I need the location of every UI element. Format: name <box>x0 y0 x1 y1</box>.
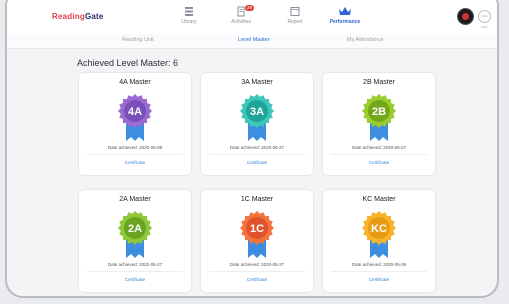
medal-badge-icon: 2A <box>118 211 152 258</box>
card-title: 2A Master <box>119 196 151 203</box>
logout-button[interactable]: LOG OUT <box>478 10 491 29</box>
level-master-card: KC Master KC Date achieved: 2020-05-26 Cert… <box>323 190 435 292</box>
card-title: 4A Master <box>119 79 151 86</box>
level-master-card: 1C Master 1C Date achieved: 2020-05-27 Cert… <box>201 190 313 292</box>
certificate-link[interactable]: Certificate <box>79 277 191 282</box>
report-icon <box>290 7 300 16</box>
card-divider <box>87 271 183 272</box>
medal-label: KC <box>371 223 387 235</box>
card-divider <box>331 154 427 155</box>
card-title: 1C Master <box>240 196 274 203</box>
medal-badge-icon: KC <box>362 211 396 258</box>
achieved-date: Date achieved: 2020-05-27 <box>229 262 285 267</box>
tab-level-master[interactable]: Level Master <box>238 37 270 43</box>
certificate-link[interactable]: Certificate <box>323 160 435 165</box>
achieved-date: Date achieved: 2020-05-27 <box>351 145 407 150</box>
nav-performance-label: Performance <box>329 19 361 25</box>
medal-label: 4A <box>128 106 142 118</box>
logo-text-right: Gate <box>84 12 104 21</box>
card-title: 2B Master <box>363 79 395 86</box>
activities-badge: 29 <box>245 5 255 11</box>
nav-library[interactable]: Library <box>167 6 211 25</box>
achieved-date: Date achieved: 2020-05-27 <box>229 145 285 150</box>
level-master-card: 2A Master 2A Date achieved: 2020-05-27 Cert… <box>79 190 191 292</box>
nav-report[interactable]: Report <box>273 6 317 25</box>
page-title: Achieved Level Master: 6 <box>77 58 179 68</box>
card-divider <box>209 154 305 155</box>
medal-label: 3A <box>250 106 264 118</box>
tab-reading-unit[interactable]: Reading Unit <box>122 37 154 43</box>
medal-label: 1C <box>250 223 264 235</box>
tab-my-attendance[interactable]: My Attendance <box>347 37 383 43</box>
medal-badge-icon: 1C <box>240 211 274 258</box>
card-divider <box>209 271 305 272</box>
level-master-card: 3A Master 3A Date achieved: 2020-05-27 Cert… <box>201 73 313 175</box>
nav-library-label: Library <box>181 19 197 25</box>
medal-badge-icon: 2B <box>362 94 396 141</box>
crown-icon <box>339 7 351 15</box>
nav-performance[interactable]: Performance <box>323 6 367 25</box>
certificate-link[interactable]: Certificate <box>79 160 191 165</box>
certificate-link[interactable]: Certificate <box>201 160 313 165</box>
achieved-date: Date achieved: 2020-05-26 <box>351 262 407 267</box>
medal-label: 2B <box>372 106 386 118</box>
app-window: ReadingGate Library 29 Activities Report… <box>5 0 499 298</box>
top-header: ReadingGate Library 29 Activities Report… <box>7 0 497 35</box>
nav-report-label: Report <box>287 19 303 25</box>
nav-activities-label: Activities <box>231 19 251 25</box>
logo-text-left: Reading <box>52 12 85 21</box>
achieved-date: Date achieved: 2020-05-27 <box>107 262 163 267</box>
medal-label: 2A <box>128 223 142 235</box>
certificate-link[interactable]: Certificate <box>201 277 313 282</box>
level-master-card: 2B Master 2B Date achieved: 2020-05-27 Cert… <box>323 73 435 175</box>
certificate-link[interactable]: Certificate <box>323 277 435 282</box>
achieved-date: Date achieved: 2020-06-09 <box>107 145 163 150</box>
medal-badge-icon: 3A <box>240 94 274 141</box>
card-divider <box>87 154 183 155</box>
card-title: 3A Master <box>241 79 273 86</box>
medal-badge-icon: 4A <box>118 94 152 141</box>
sub-navigation: Reading Unit Level Master My Attendance <box>7 34 497 49</box>
library-icon <box>185 7 193 16</box>
user-avatar[interactable] <box>457 8 474 25</box>
app-logo[interactable]: ReadingGate <box>52 12 104 21</box>
card-divider <box>331 271 427 272</box>
nav-activities[interactable]: 29 Activities <box>219 5 263 25</box>
card-title: KC Master <box>362 196 396 203</box>
level-master-card: 4A Master 4A Date achieved: 2020-06-09 Cert… <box>79 73 191 175</box>
